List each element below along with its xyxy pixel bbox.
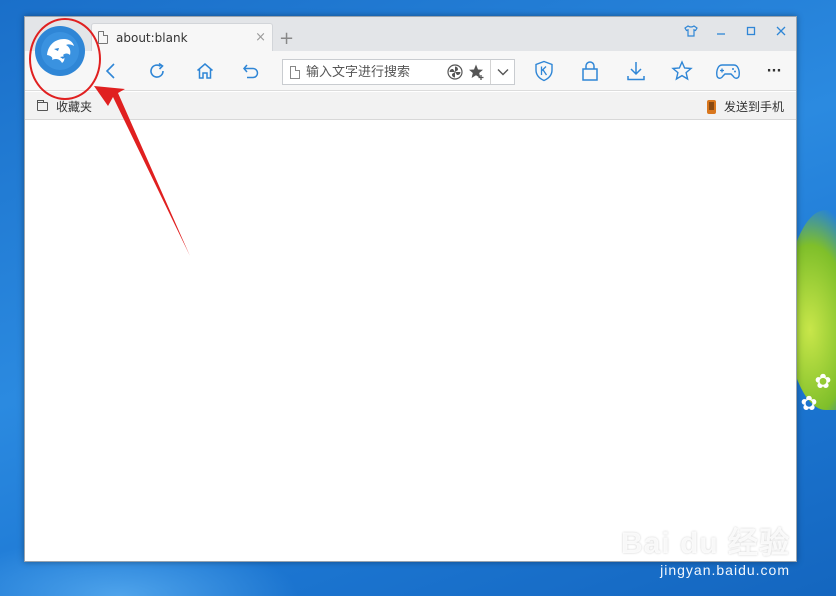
favorites-bar: 收藏夹 发送到手机 <box>25 92 796 120</box>
shirt-icon <box>684 25 698 37</box>
address-dropdown-button[interactable] <box>490 60 514 84</box>
send-to-phone-button[interactable]: 发送到手机 <box>706 98 784 115</box>
tab-about-blank[interactable]: about:blank × <box>91 23 273 51</box>
gamepad-icon <box>716 64 740 79</box>
maximize-icon <box>746 26 756 36</box>
back-button[interactable] <box>99 59 123 83</box>
new-tab-button[interactable]: + <box>279 30 294 48</box>
home-icon <box>197 63 213 79</box>
more-button[interactable]: ··· <box>762 59 786 83</box>
address-input[interactable] <box>306 64 444 80</box>
close-icon <box>776 26 786 36</box>
wallpaper-flower-icon: ✿ <box>800 391 818 415</box>
games-button[interactable] <box>714 59 742 83</box>
star-icon <box>671 60 693 81</box>
undo-button[interactable] <box>239 59 263 83</box>
address-bar[interactable] <box>282 59 515 85</box>
toolbar: ··· <box>25 51 796 91</box>
fan-icon <box>447 64 463 80</box>
download-icon <box>627 62 645 81</box>
minimize-button[interactable] <box>706 17 736 45</box>
desktop: { "browser": { "tab": { "title": "about:… <box>0 0 836 596</box>
star-plus-icon <box>469 64 484 80</box>
page-content[interactable] <box>25 121 796 561</box>
title-bar: about:blank × + <box>25 17 796 51</box>
browser-window: about:blank × + 输入文字进行搜索 ··· 收藏夹 发送到手机 <box>24 16 797 562</box>
shield-k-icon <box>535 60 553 82</box>
watermark-logo: Bai du 经验 <box>620 527 790 560</box>
maximize-button[interactable] <box>736 17 766 45</box>
favorites-button[interactable] <box>670 59 694 83</box>
home-button[interactable] <box>193 59 217 83</box>
favorites-label: 收藏夹 <box>56 100 93 114</box>
back-icon <box>105 63 115 79</box>
refresh-button[interactable] <box>145 59 169 83</box>
phone-icon <box>706 99 716 114</box>
accelerate-button[interactable] <box>444 61 466 83</box>
favorites-folder[interactable]: 收藏夹 <box>37 98 92 115</box>
bookmark-star-button[interactable] <box>466 61 488 83</box>
page-icon <box>290 65 300 79</box>
send-to-phone-label: 发送到手机 <box>723 100 784 114</box>
lock-button[interactable] <box>578 59 602 83</box>
watermark-url: jingyan.baidu.com <box>660 562 790 578</box>
refresh-icon <box>150 62 164 78</box>
lock-icon <box>582 61 598 81</box>
tab-close-icon[interactable]: × <box>255 30 266 45</box>
security-button[interactable] <box>532 59 556 83</box>
wallpaper-flower-icon: ✿ <box>814 369 832 393</box>
close-button[interactable] <box>766 17 796 45</box>
minimize-icon <box>717 33 725 35</box>
tab-title: about:blank <box>116 30 188 45</box>
page-icon <box>98 31 108 44</box>
window-controls <box>676 17 796 45</box>
baidu-jingyan-watermark: Bai du 经验 jingyan.baidu.com <box>621 518 790 578</box>
skin-button[interactable] <box>676 17 706 45</box>
folder-icon <box>37 100 48 111</box>
download-button[interactable] <box>624 59 648 83</box>
annotation-circle <box>29 18 101 100</box>
chevron-down-icon <box>497 69 508 76</box>
undo-icon <box>243 64 259 79</box>
